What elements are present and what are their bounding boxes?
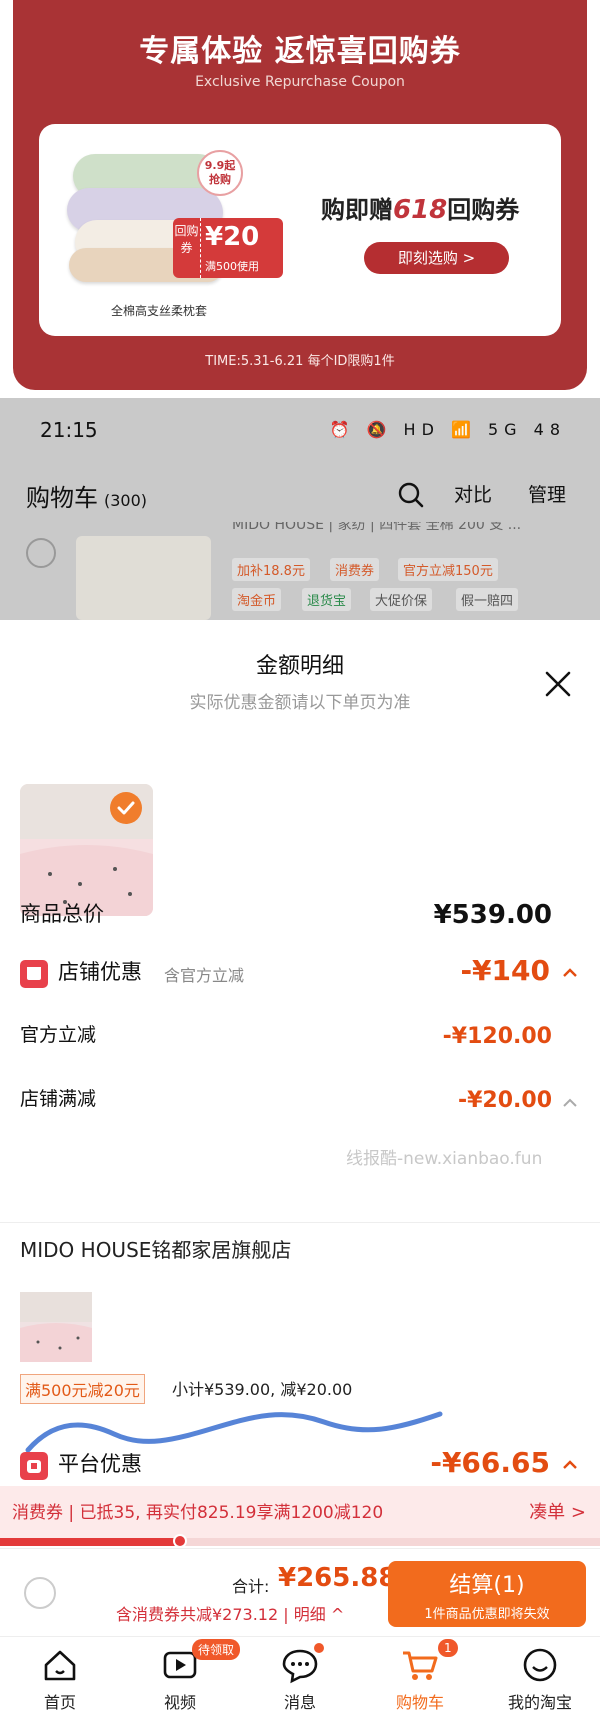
shop-now-button[interactable]: 即刻选购 > [364,242,509,274]
cart-count: (300) [104,491,148,510]
coupon-strip-text: 消费券 | 已抵35, 再实付825.19享满1200减120 [12,1503,384,1523]
official-cut-value: -¥120.00 [442,1024,552,1049]
checkout-bar: 合计: ¥265.88 含消费券共减¥273.12 | 明细 ^ 结算(1) 1… [0,1548,600,1636]
tab-video[interactable]: 视频 待领取 [120,1637,240,1719]
coupon-card[interactable]: 9.9起 抢购 回购券 ¥20 满500使用 全棉高支丝柔枕套 购即赠618回购… [39,124,561,336]
pillow-caption: 全棉高支丝柔枕套 [111,304,208,318]
check-icon[interactable] [110,792,142,824]
product-thumbnail[interactable] [20,784,153,916]
status-icons: ⏰ 🔕 HD 📶 5G 48 [329,420,566,439]
tab-messages[interactable]: 消息 [240,1637,360,1719]
cart-header: 购物车 (300) 对比 管理 [0,462,600,522]
shop-name[interactable]: MIDO HOUSE铭都家居旗舰店 [20,1234,291,1263]
platform-discount-label: 平台优惠 [58,1452,142,1476]
coupon-left-label: 回购券 [173,218,201,278]
promo-banner-area: 专属体验 返惊喜回购券 Exclusive Repurchase Coupon … [0,0,600,398]
tag: 官方立减150元 [398,558,498,581]
tag: 大促价保 [370,588,433,611]
coupon-condition: 满500使用 [205,260,259,273]
shop-item-thumbnail[interactable] [20,1292,92,1362]
message-dot [314,1643,324,1653]
select-all-radio[interactable] [24,1577,56,1609]
item-title: MIDO HOUSE | 家纺 | 四件套 全棉 200 支 ... [232,522,522,533]
tag: 退货宝 [302,588,352,611]
watermark: 线报酷-new.xianbao.fun [346,1149,543,1169]
divider [0,1222,600,1223]
promo-time: TIME:5.31-6.21 每个ID限购1件 [205,354,395,369]
banner-subtitle: Exclusive Repurchase Coupon [195,74,405,90]
store-full-cut-value[interactable]: -¥20.00 [458,1088,552,1113]
consumption-coupon-strip[interactable]: 消费券 | 已抵35, 再实付825.19享满1200减120 凑单 > [0,1486,600,1538]
banner-title: 专属体验 返惊喜回购券 [139,34,461,69]
video-badge: 待领取 [192,1639,240,1660]
chevron-up-icon[interactable] [562,968,578,978]
cart-icon [403,1651,438,1680]
coupon-progress-bar [0,1534,600,1548]
amount-detail-sheet: 金额明细 实际优惠金额请以下单页为准 商品总价 ¥539.00 店铺优惠 含官方… [0,620,600,1548]
item-thumbnail[interactable] [76,536,211,620]
item-select-radio[interactable] [26,538,56,568]
chevron-up-icon[interactable] [562,1460,578,1470]
store-discount-note: 含官方立减 [164,966,245,985]
price-badge: 9.9起 抢购 [197,150,243,196]
cart-badge: 1 [438,1639,458,1657]
search-icon[interactable] [398,482,424,508]
home-icon [44,1650,76,1681]
offer-title: 购即赠618回购券 [321,195,520,225]
chevron-up-icon[interactable] [562,1098,578,1108]
checkout-button[interactable]: 结算(1) 1件商品优惠即将失效 [388,1561,586,1627]
tab-my-taobao[interactable]: 我的淘宝 [480,1637,600,1719]
coupon-progress-dot [173,1534,187,1548]
coupon-progress-fill [0,1538,180,1546]
cart-title: 购物车 (300) [26,484,148,512]
sheet-subtitle: 实际优惠金额请以下单页为准 [189,693,411,713]
subtotal-text: 小计¥539.00, 减¥20.00 [172,1380,353,1399]
tab-cart[interactable]: 购物车 1 [360,1637,480,1719]
platform-icon [20,1452,48,1480]
tab-bar: 首页 视频 待领取 消息 购物车 1 我的淘宝 [0,1636,600,1718]
manage-button[interactable]: 管理 [528,480,566,507]
official-cut-label: 官方立减 [20,1024,97,1046]
tag: 假一赔四 [456,588,519,611]
store-discount-value[interactable]: -¥140 [460,954,550,987]
promo-banner[interactable]: 专属体验 返惊喜回购券 Exclusive Repurchase Coupon … [13,0,587,390]
discount-detail-toggle[interactable]: 含消费券共减¥273.12 | 明细 ^ [116,1601,344,1625]
status-bar: 21:15 ⏰ 🔕 HD 📶 5G 48 [0,398,600,462]
tag: 消费券 [330,558,380,581]
profile-icon [523,1648,557,1682]
total-label: 合计: [232,1577,270,1596]
store-icon [20,960,48,988]
goods-total-label: 商品总价 [20,902,104,926]
compare-button[interactable]: 对比 [454,480,492,507]
status-time: 21:15 [40,418,98,442]
cart-item-row[interactable]: MIDO HOUSE | 家纺 | 四件套 全棉 200 支 ... 加补18.… [0,522,600,620]
goods-total-value: ¥539.00 [433,900,552,930]
tag: 淘金币 [232,588,282,611]
store-discount-label: 店铺优惠 [58,960,142,984]
close-icon[interactable] [544,670,572,698]
repurchase-coupon: 回购券 ¥20 满500使用 [173,218,283,278]
platform-discount-value[interactable]: -¥66.65 [430,1446,550,1479]
sheet-title: 金额明细 [255,654,344,679]
store-full-cut-label: 店铺满减 [20,1088,97,1110]
coupon-amount: ¥20 [205,222,260,252]
total-value: ¥265.88 [278,1563,397,1593]
add-items-link[interactable]: 凑单 > [529,1498,586,1524]
tab-home[interactable]: 首页 [0,1637,120,1719]
tag: 加补18.8元 [232,558,310,581]
